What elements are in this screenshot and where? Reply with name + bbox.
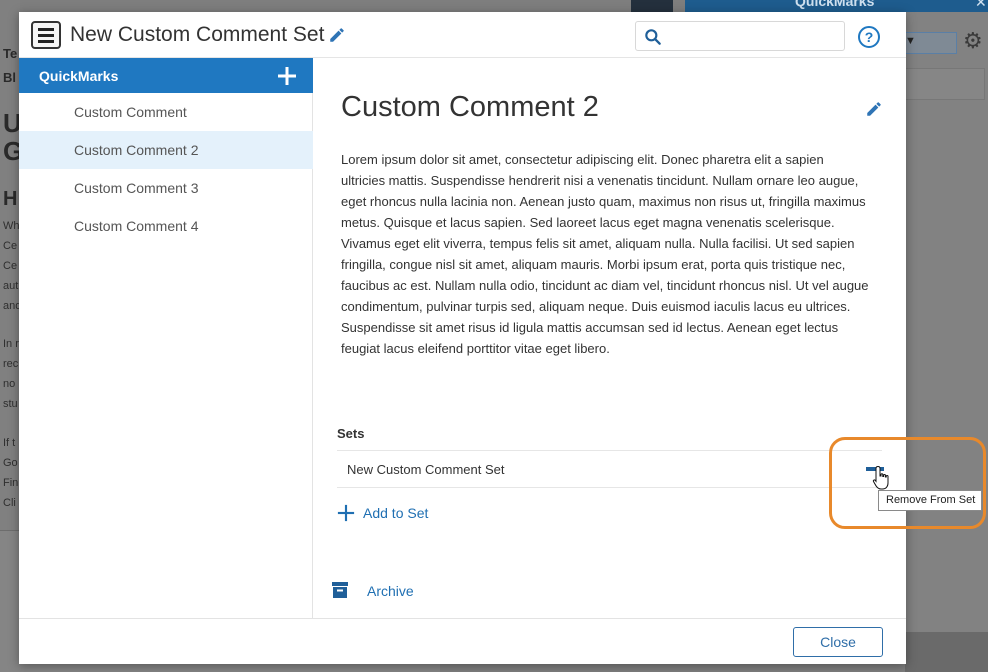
background-text: Ce <box>3 240 18 252</box>
background-text: Go <box>3 457 18 469</box>
background-text: Bl <box>3 70 16 85</box>
background-panel-title: QuickMarks <box>795 0 875 9</box>
highlight-callout <box>829 437 986 529</box>
modal-header: New Custom Comment Set ? <box>19 12 906 58</box>
background-gear-icon: ⚙ <box>963 28 983 53</box>
comment-body: Lorem ipsum dolor sit amet, consectetur … <box>341 152 869 356</box>
add-to-set-label: Add to Set <box>363 505 429 521</box>
set-row: New Custom Comment Set <box>337 450 884 488</box>
sidebar-item-custom-comment[interactable]: Custom Comment <box>19 93 313 131</box>
background-close-icon: ✕ <box>975 0 987 10</box>
plus-icon[interactable] <box>277 66 297 86</box>
background-text: Wh <box>3 220 20 232</box>
archive-box-icon <box>332 582 348 598</box>
sidebar-header: QuickMarks <box>19 58 313 93</box>
quickmarks-sidebar: QuickMarks Custom Comment Custom Comment… <box>19 58 313 618</box>
search-input[interactable] <box>668 25 838 47</box>
modal-footer: Close <box>19 618 906 664</box>
background-text: In r <box>3 338 19 350</box>
sets-label: Sets <box>337 426 365 441</box>
background-text: stu <box>3 398 18 410</box>
remove-from-set-tooltip: Remove From Set <box>878 490 982 511</box>
hand-pointer-icon <box>872 465 889 490</box>
background-field <box>905 68 985 100</box>
background-layers-button <box>631 0 673 12</box>
background-text: Te <box>3 46 18 61</box>
background-text: If t <box>3 437 16 449</box>
background-text: Fin <box>3 477 19 489</box>
sidebar-item-custom-comment-3[interactable]: Custom Comment 3 <box>19 169 313 207</box>
background-text: Cli <box>3 497 16 509</box>
search-box <box>635 21 845 51</box>
background-text: rec <box>3 358 19 370</box>
sidebar-item-custom-comment-4[interactable]: Custom Comment 4 <box>19 207 313 245</box>
modal-title: New Custom Comment Set <box>70 23 325 46</box>
pencil-icon[interactable] <box>865 100 883 118</box>
background-bottom-right <box>905 632 988 672</box>
background-text: H <box>3 188 18 210</box>
background-text: aut <box>3 280 19 292</box>
comment-set-modal: New Custom Comment Set ? QuickMarks Cust… <box>19 12 906 664</box>
close-button[interactable]: Close <box>793 627 883 657</box>
background-text: Ce <box>3 260 18 272</box>
archive-label: Archive <box>367 583 414 599</box>
hamburger-icon[interactable] <box>31 21 61 49</box>
plus-icon <box>337 504 355 522</box>
sidebar-header-label: QuickMarks <box>39 68 119 84</box>
background-right-panel <box>905 12 988 672</box>
comment-detail: Custom Comment 2 Lorem ipsum dolor sit a… <box>314 58 906 618</box>
comment-title: Custom Comment 2 <box>341 91 599 123</box>
search-icon[interactable] <box>643 27 663 47</box>
svg-text:?: ? <box>865 29 874 45</box>
pencil-icon[interactable] <box>328 26 346 44</box>
sidebar-item-custom-comment-2[interactable]: Custom Comment 2 <box>19 131 313 169</box>
background-caret-icon: ▼ <box>905 35 916 47</box>
set-name: New Custom Comment Set <box>347 462 505 477</box>
help-circle-icon[interactable]: ? <box>857 25 881 49</box>
background-text: no <box>3 378 16 390</box>
